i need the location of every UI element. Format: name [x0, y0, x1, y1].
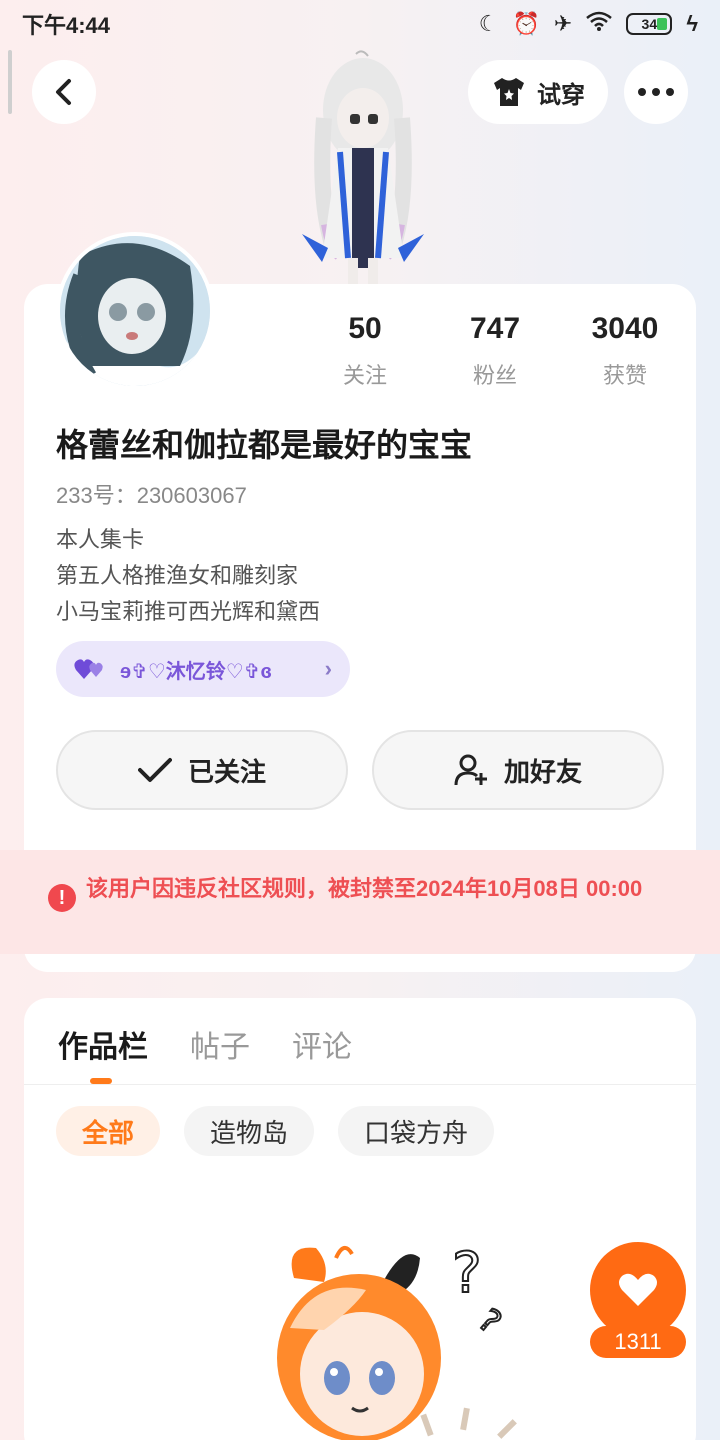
following-count: 50 [348, 312, 382, 345]
status-icons: ☾ ⏰ ✈ 34 ϟ [479, 11, 698, 37]
try-on-label: 试穿 [537, 81, 585, 109]
likes-received-count: 3040 [591, 312, 659, 345]
empty-state-mascot: ? ? [277, 1240, 517, 1440]
ban-notice-banner: ! 该用户因违反社区规则，被封禁至2024年10月08日 00:00 [0, 850, 720, 954]
tab-works[interactable]: 作品栏 [58, 1022, 148, 1066]
svg-text:?: ? [452, 1241, 482, 1306]
avatar[interactable] [56, 232, 214, 390]
tab-comments[interactable]: 评论 [292, 1022, 352, 1066]
alarm-icon: ⏰ [512, 11, 540, 36]
likes-received-label: 获赞 [602, 363, 647, 388]
add-user-icon [454, 754, 487, 786]
works-card: 作品栏 帖子 评论 全部 造物岛 口袋方舟 ? ? [24, 998, 696, 1440]
tab-posts[interactable]: 帖子 [190, 1022, 250, 1066]
bio-line: 第五人格推渔女和雕刻家 [56, 563, 299, 588]
nickname: 格蕾丝和伽拉都是最好的宝宝 [56, 427, 473, 463]
bio: 本人集卡 第五人格推渔女和雕刻家 小马宝莉推可西光辉和黛西 [56, 522, 320, 630]
alert-icon: ! [48, 884, 76, 912]
stat-likes: 3040 获赞 [560, 312, 690, 390]
followers-count: 747 [469, 312, 521, 345]
fan-tag-label: ɘ✞♡沐忆铃♡✞ɞ [120, 660, 272, 683]
tab-divider [24, 1084, 696, 1085]
filter-pocket-ark[interactable]: 口袋方舟 [338, 1106, 495, 1156]
airplane-icon: ✈ [553, 11, 573, 36]
moon-icon: ☾ [478, 11, 499, 36]
followed-button[interactable]: 已关注 [56, 730, 348, 810]
followers-label: 粉丝 [472, 363, 517, 388]
add-friend-button[interactable]: 加好友 [372, 730, 664, 810]
filter-chips: 全部 造物岛 口袋方舟 [56, 1106, 495, 1156]
status-time: 下午4:44 [22, 13, 111, 38]
try-on-button[interactable]: 试穿 [468, 60, 608, 124]
wifi-icon [586, 11, 613, 37]
fan-group-tag[interactable]: ɘ✞♡沐忆铃♡✞ɞ › [56, 641, 350, 697]
filter-all[interactable]: 全部 [56, 1106, 161, 1156]
like-button[interactable] [590, 1242, 686, 1338]
user-id: 233号：230603067 [56, 483, 247, 508]
heart-icon [619, 1273, 657, 1306]
chevron-left-icon [56, 79, 71, 105]
ban-notice-text: 该用户因违反社区规则，被封禁至2024年10月08日 00:00 [86, 876, 643, 901]
status-bar: 下午4:44 ☾ ⏰ ✈ 34 ϟ [0, 0, 720, 48]
double-heart-icon [74, 659, 103, 679]
more-button[interactable] [624, 60, 688, 124]
back-button[interactable] [32, 60, 96, 124]
battery-icon: 34 [626, 13, 673, 35]
tshirt-icon [494, 78, 524, 106]
following-label: 关注 [342, 363, 387, 388]
stats-row: 50 关注 747 粉丝 3040 获赞 [300, 312, 690, 390]
like-count: 1311 [590, 1326, 686, 1358]
add-friend-label: 加好友 [503, 756, 582, 787]
charging-icon: ϟ [686, 11, 698, 36]
check-icon [137, 758, 172, 782]
filter-creation-island[interactable]: 造物岛 [184, 1106, 315, 1156]
avatar-figure[interactable] [288, 48, 438, 284]
battery-level: 34 [641, 16, 658, 32]
stat-followers[interactable]: 747 粉丝 [430, 312, 560, 390]
svg-text:?: ? [471, 1301, 508, 1341]
followed-label: 已关注 [187, 756, 266, 787]
scroll-handle [8, 50, 12, 114]
bio-line: 本人集卡 [56, 527, 145, 552]
stat-following[interactable]: 50 关注 [300, 312, 430, 390]
bio-line: 小马宝莉推可西光辉和黛西 [56, 599, 321, 624]
content-tabs: 作品栏 帖子 评论 [58, 1022, 352, 1066]
more-dots-icon [638, 88, 674, 96]
chevron-right-icon: › [324, 656, 332, 681]
avatar-image [60, 236, 210, 386]
